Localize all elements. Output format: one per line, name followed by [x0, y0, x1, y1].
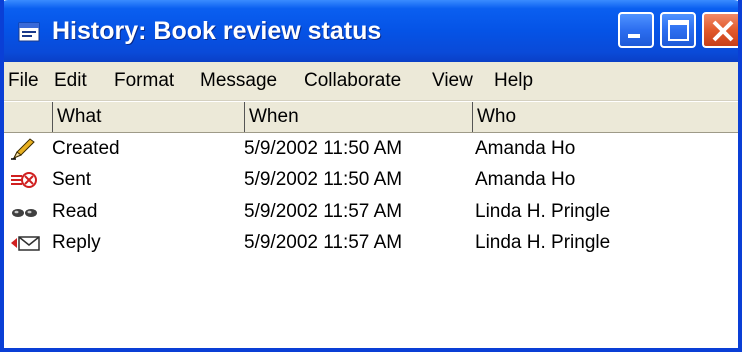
close-button[interactable]	[702, 12, 738, 48]
window-icon	[18, 22, 40, 42]
column-header-bar: What When Who	[4, 101, 738, 133]
minimize-icon	[628, 34, 640, 38]
menu-message[interactable]: Message	[200, 70, 277, 92]
table-row[interactable]: Read 5/9/2002 11:57 AM Linda H. Pringle	[4, 197, 738, 227]
column-header-who[interactable]: Who	[472, 102, 738, 132]
row-when: 5/9/2002 11:57 AM	[244, 201, 403, 222]
row-what: Read	[52, 201, 98, 222]
maximize-icon	[668, 20, 689, 41]
row-when: 5/9/2002 11:50 AM	[244, 138, 403, 159]
column-header-when[interactable]: When	[244, 102, 472, 132]
reply-envelope-icon	[11, 236, 40, 251]
row-who: Amanda Ho	[475, 138, 576, 159]
row-when: 5/9/2002 11:50 AM	[244, 169, 403, 190]
table-row[interactable]: Created 5/9/2002 11:50 AM Amanda Ho	[4, 134, 738, 164]
row-what: Sent	[52, 169, 92, 190]
glasses-icon	[12, 209, 37, 217]
table-row[interactable]: Sent 5/9/2002 11:50 AM Amanda Ho	[4, 165, 738, 195]
row-what: Reply	[52, 232, 101, 253]
menu-edit[interactable]: Edit	[54, 70, 87, 92]
minimize-button[interactable]	[618, 12, 654, 48]
menu-help[interactable]: Help	[494, 70, 533, 92]
history-window: History: Book review status File Edit Fo…	[0, 0, 742, 352]
menu-collaborate[interactable]: Collaborate	[304, 70, 401, 92]
sent-arrows-icon	[11, 172, 37, 188]
close-icon	[712, 20, 734, 42]
row-who: Linda H. Pringle	[475, 232, 611, 253]
column-header-what[interactable]: What	[52, 102, 244, 132]
menu-bar: File Edit Format Message Collaborate Vie…	[4, 62, 738, 101]
row-what: Created	[52, 138, 120, 159]
pencil-icon	[11, 138, 35, 160]
title-bar[interactable]: History: Book review status	[4, 0, 738, 62]
window-title: History: Book review status	[52, 17, 382, 45]
table-row[interactable]: Reply 5/9/2002 11:57 AM Linda H. Pringle	[4, 228, 738, 258]
row-who: Linda H. Pringle	[475, 201, 611, 222]
row-when: 5/9/2002 11:57 AM	[244, 232, 403, 253]
row-who: Amanda Ho	[475, 169, 576, 190]
menu-format[interactable]: Format	[114, 70, 174, 92]
menu-file[interactable]: File	[8, 70, 39, 92]
column-header-icon[interactable]	[4, 102, 52, 132]
menu-view[interactable]: View	[432, 70, 473, 92]
maximize-button[interactable]	[660, 12, 696, 48]
